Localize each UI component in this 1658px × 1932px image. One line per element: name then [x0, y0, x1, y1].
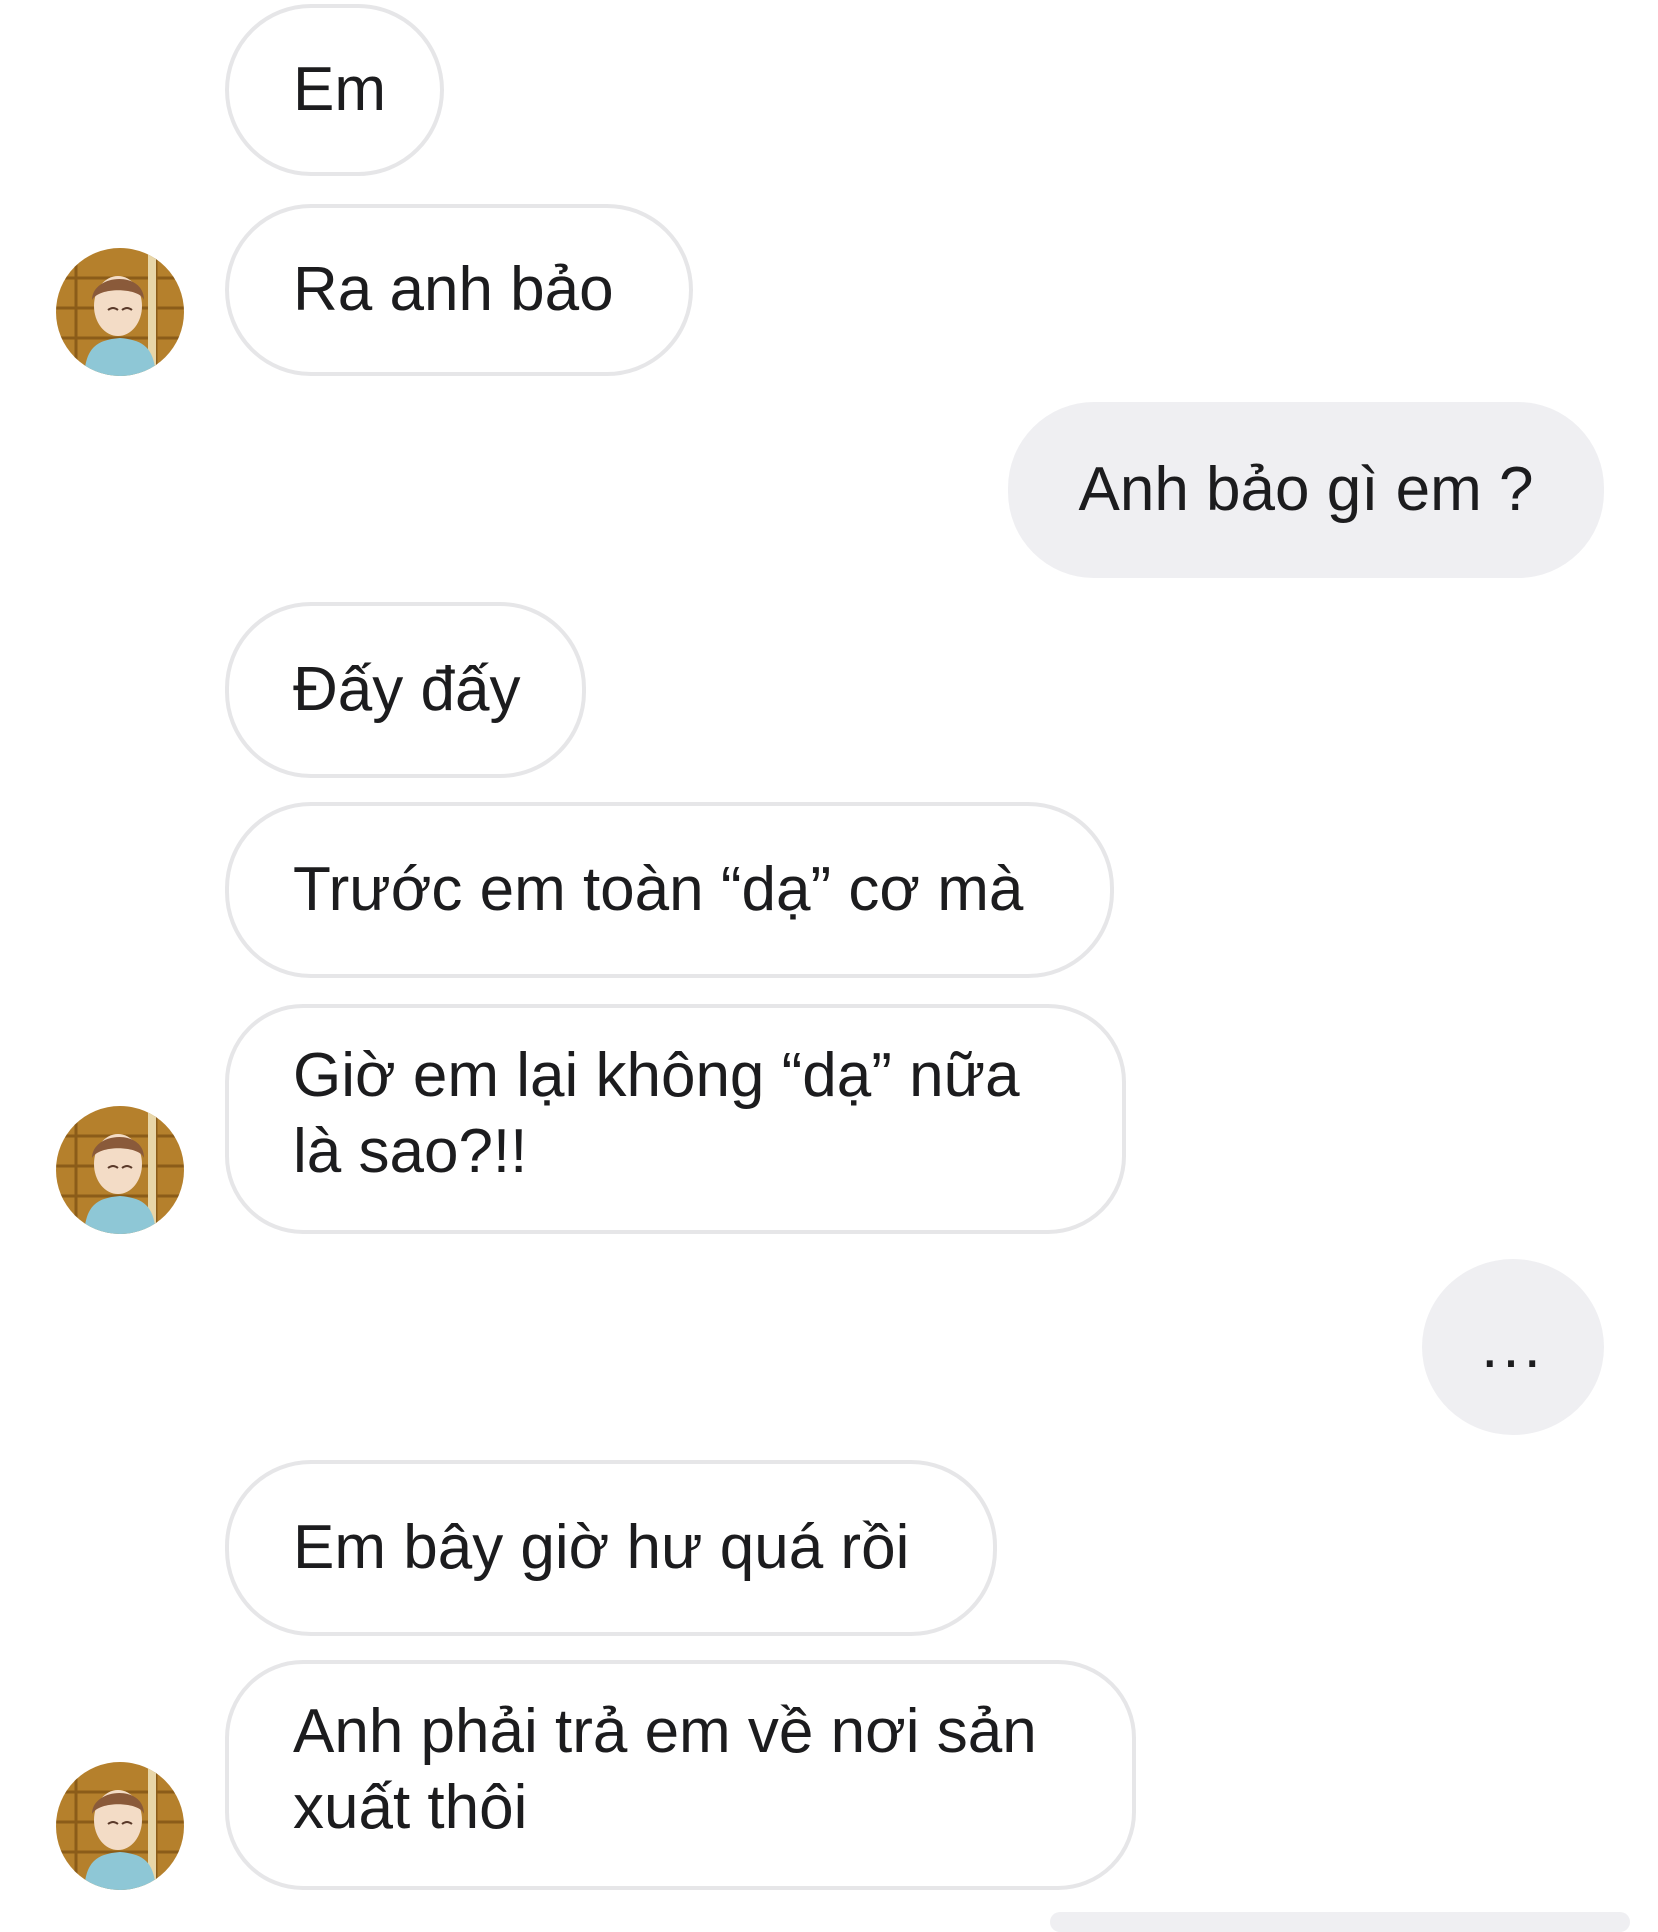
- outgoing-message-bubble[interactable]: ...: [1422, 1259, 1604, 1435]
- message-text: Anh bảo gì em ?: [1078, 455, 1534, 524]
- incoming-message-bubble[interactable]: Đấy đấy: [225, 602, 586, 778]
- message-text: ...: [1481, 1312, 1545, 1381]
- incoming-message-bubble[interactable]: Em bây giờ hư quá rồi: [225, 1460, 997, 1636]
- message-text: Em: [293, 55, 386, 124]
- message-text: Ra anh bảo: [293, 255, 614, 324]
- contact-avatar-icon[interactable]: [56, 1106, 184, 1234]
- contact-avatar-icon[interactable]: [56, 1762, 184, 1890]
- message-text-line: Giờ em lại không “dạ” nữa: [293, 1041, 1020, 1110]
- incoming-message-bubble[interactable]: Giờ em lại không “dạ” nữa là sao?!!: [225, 1004, 1126, 1234]
- next-message-bubble-edge: [1050, 1912, 1630, 1932]
- outgoing-message-bubble[interactable]: Anh bảo gì em ?: [1008, 402, 1604, 578]
- message-text: Trước em toàn “dạ” cơ mà: [293, 855, 1024, 924]
- incoming-message-bubble[interactable]: Anh phải trả em về nơi sản xuất thôi: [225, 1660, 1136, 1890]
- message-text-line: Anh phải trả em về nơi sản: [293, 1697, 1037, 1766]
- chat-thread: Em Ra anh bảo Anh bảo gì em ? Đấy đấy Tr…: [0, 0, 1658, 1932]
- message-text-line: là sao?!!: [293, 1117, 528, 1186]
- incoming-message-bubble[interactable]: Ra anh bảo: [225, 204, 693, 376]
- message-text: Đấy đấy: [293, 655, 521, 724]
- message-text: Em bây giờ hư quá rồi: [293, 1513, 910, 1582]
- contact-avatar-icon[interactable]: [56, 248, 184, 376]
- message-text-line: xuất thôi: [293, 1773, 528, 1842]
- incoming-message-bubble[interactable]: Em: [225, 4, 444, 176]
- incoming-message-bubble[interactable]: Trước em toàn “dạ” cơ mà: [225, 802, 1114, 978]
